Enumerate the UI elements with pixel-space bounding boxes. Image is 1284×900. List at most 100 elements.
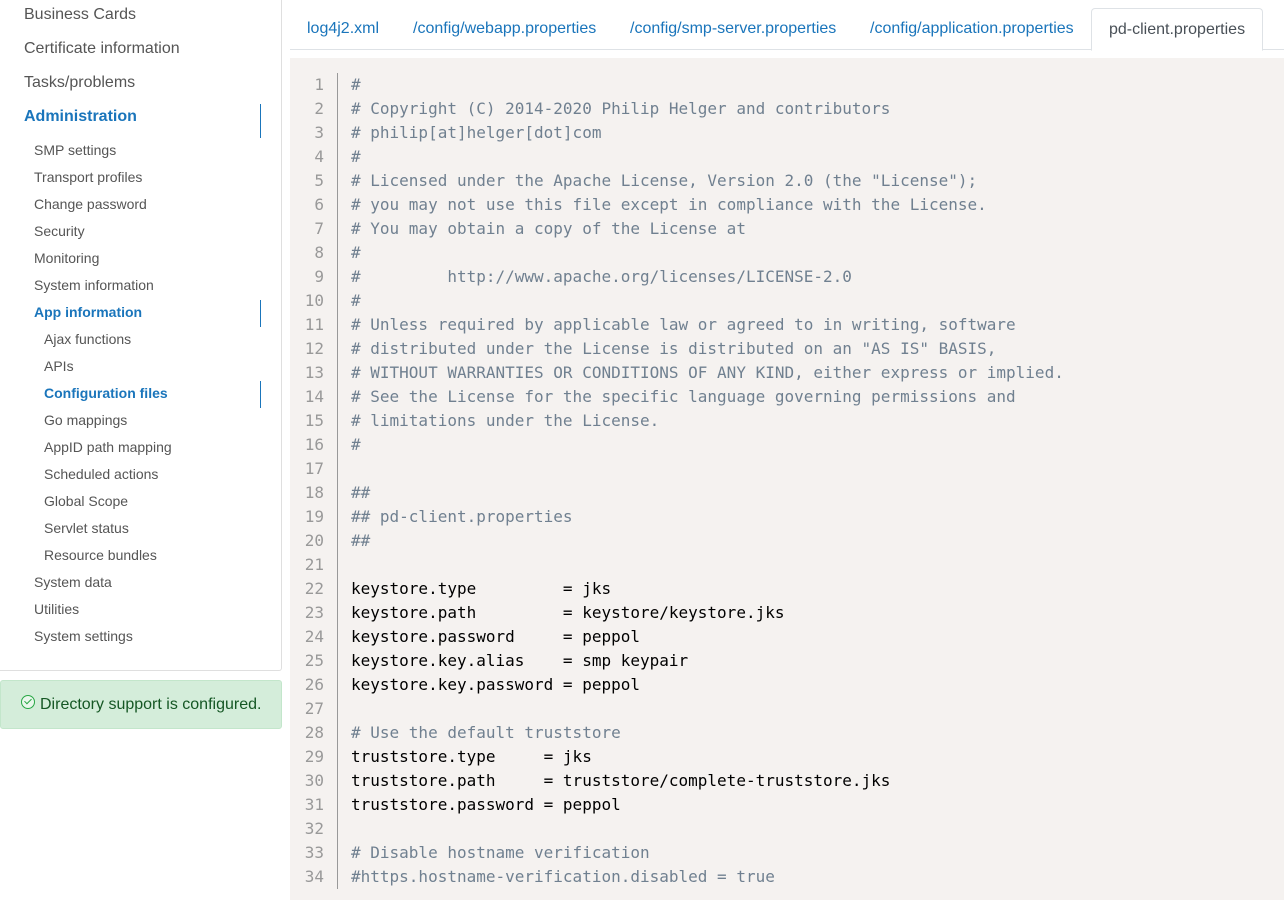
line-number: 31 [304, 795, 324, 814]
line-number: 6 [314, 195, 324, 214]
code-line: # WITHOUT WARRANTIES OR CONDITIONS OF AN… [351, 363, 1064, 382]
line-number: 15 [304, 411, 324, 430]
line-number: 3 [314, 123, 324, 142]
status-alert: Directory support is configured. [0, 680, 282, 729]
line-number: 10 [304, 291, 324, 310]
code-line: # limitations under the License. [351, 411, 660, 430]
sidebar-item-global-scope[interactable]: Global Scope [44, 493, 128, 509]
tab-pd-client-properties[interactable]: pd-client.properties [1091, 8, 1264, 51]
alert-text: Directory support is configured. [40, 695, 262, 713]
line-number: 28 [304, 723, 324, 742]
sidebar-item-monitoring[interactable]: Monitoring [34, 250, 99, 266]
line-number: 34 [304, 867, 324, 886]
code-line: keystore.password = peppol [351, 627, 640, 646]
code-line: keystore.type = jks [351, 579, 612, 598]
code-line: ## pd-client.properties [351, 507, 573, 526]
code-line: # Licensed under the Apache License, Ver… [351, 171, 978, 190]
code-line: ## [351, 483, 371, 502]
code-line: keystore.key.alias = smp keypair [351, 651, 689, 670]
tab-config-webapp-properties[interactable]: /config/webapp.properties [396, 8, 613, 50]
code-viewer: 1 2 3 4 5 6 7 8 9 10 11 12 13 14 15 16 17 18 19 20 21 22 23 24 2… [290, 58, 1284, 900]
code-line: # philip[at]helger[dot]com [351, 123, 602, 142]
sidebar-item-system-information[interactable]: System information [34, 277, 154, 293]
code-line: truststore.type = jks [351, 747, 592, 766]
sidebar-item-configuration-files[interactable]: Configuration files [44, 385, 168, 401]
code-line: # See the License for the specific langu… [351, 387, 1016, 406]
sidebar-item-servlet-status[interactable]: Servlet status [44, 520, 129, 536]
line-number: 19 [304, 507, 324, 526]
sidebar-item-business-cards[interactable]: Business Cards [24, 6, 136, 24]
code-line: truststore.password = peppol [351, 795, 621, 814]
line-number-gutter: 1 2 3 4 5 6 7 8 9 10 11 12 13 14 15 16 17 18 19 20 21 22 23 24 2… [290, 73, 338, 889]
code-line: # Unless required by applicable law or a… [351, 315, 1016, 334]
tab-config-smp-server-properties[interactable]: /config/smp-server.properties [613, 8, 853, 50]
line-number: 22 [304, 579, 324, 598]
line-number: 7 [314, 219, 324, 238]
code-line: # http://www.apache.org/licenses/LICENSE… [351, 267, 852, 286]
tab-log4j2-xml[interactable]: log4j2.xml [290, 8, 396, 50]
line-number: 29 [304, 747, 324, 766]
line-number: 9 [314, 267, 324, 286]
sidebar-item-transport-profiles[interactable]: Transport profiles [34, 169, 142, 185]
line-number: 5 [314, 171, 324, 190]
sidebar-item-go-mappings[interactable]: Go mappings [44, 412, 127, 428]
sidebar-item-certificate-information[interactable]: Certificate information [24, 40, 180, 58]
line-number: 21 [304, 555, 324, 574]
code-line: # you may not use this file except in co… [351, 195, 987, 214]
line-number: 27 [304, 699, 324, 718]
code-line: # [351, 435, 361, 454]
active-indicator [260, 104, 261, 138]
line-number: 17 [304, 459, 324, 478]
code-line: # [351, 243, 361, 262]
sidebar-item-apis[interactable]: APIs [44, 358, 74, 374]
sidebar-item-system-settings[interactable]: System settings [34, 628, 133, 644]
sidebar-item-change-password[interactable]: Change password [34, 196, 147, 212]
line-number: 14 [304, 387, 324, 406]
code-line: # [351, 75, 361, 94]
line-number: 23 [304, 603, 324, 622]
code-line: # [351, 291, 361, 310]
code-line: # Disable hostname verification [351, 843, 650, 862]
code-line: truststore.path = truststore/complete-tr… [351, 771, 891, 790]
line-number: 30 [304, 771, 324, 790]
sidebar-item-resource-bundles[interactable]: Resource bundles [44, 547, 157, 563]
sidebar-item-smp-settings[interactable]: SMP settings [34, 142, 116, 158]
sidebar-item-utilities[interactable]: Utilities [34, 601, 79, 617]
line-number: 13 [304, 363, 324, 382]
code-line: keystore.key.password = peppol [351, 675, 640, 694]
line-number: 1 [314, 75, 324, 94]
code-line: # Use the default truststore [351, 723, 621, 742]
line-number: 20 [304, 531, 324, 550]
sidebar-item-app-information[interactable]: App information [34, 304, 142, 320]
sidebar-nav: Business Cards Certificate information Tas… [0, 0, 282, 671]
code-line: ## [351, 531, 371, 550]
sidebar-item-ajax-functions[interactable]: Ajax functions [44, 331, 131, 347]
code-lines: # # Copyright (C) 2014-2020 Philip Helger… [351, 73, 1064, 889]
code-line: # Copyright (C) 2014-2020 Philip Helger … [351, 99, 891, 118]
sidebar-item-security[interactable]: Security [34, 223, 85, 239]
line-number: 2 [314, 99, 324, 118]
code-line: keystore.path = keystore/keystore.jks [351, 603, 785, 622]
file-tabs: log4j2.xml/config/webapp.properties/conf… [290, 0, 1284, 51]
line-number: 8 [314, 243, 324, 262]
sidebar-item-administration[interactable]: Administration [24, 108, 137, 126]
line-number: 24 [304, 627, 324, 646]
line-number: 32 [304, 819, 324, 838]
line-number: 33 [304, 843, 324, 862]
sidebar-item-system-data[interactable]: System data [34, 574, 112, 590]
code-line: #https.hostname-verification.disabled = … [351, 867, 775, 886]
active-indicator [260, 381, 261, 408]
sidebar-item-appid-path-mapping[interactable]: AppID path mapping [44, 439, 172, 455]
line-number: 18 [304, 483, 324, 502]
code-line: # distributed under the License is distr… [351, 339, 997, 358]
sidebar-item-tasks-problems[interactable]: Tasks/problems [24, 74, 135, 92]
sidebar-item-scheduled-actions[interactable]: Scheduled actions [44, 466, 158, 482]
tab-config-application-properties[interactable]: /config/application.properties [853, 8, 1091, 50]
code-line: # [351, 147, 361, 166]
line-number: 16 [304, 435, 324, 454]
line-number: 4 [314, 147, 324, 166]
